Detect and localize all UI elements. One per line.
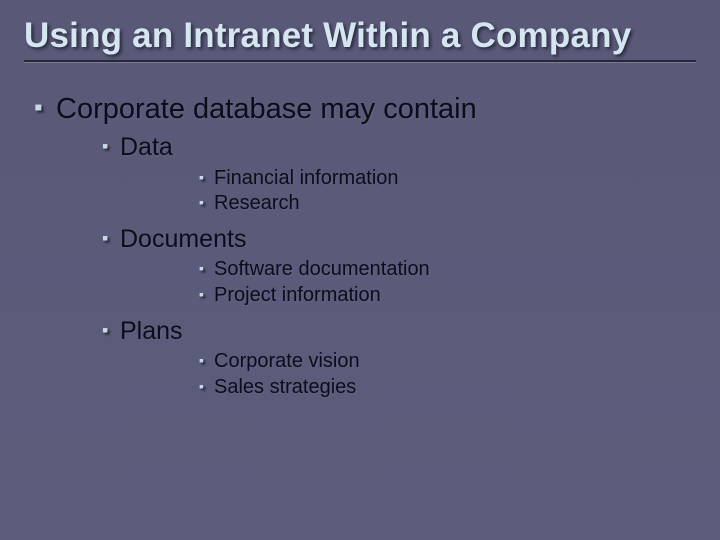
list-item: Corporate database may contain Data Fina… [56,91,696,400]
list-item-label: Documents [120,225,246,253]
list-item: Software documentation [214,257,696,283]
list-item-label: Corporate database may contain [56,93,477,125]
title-underline [24,60,696,63]
bullet-list-level2: Data Financial information Research Docu… [56,131,696,400]
bullet-list-level1: Corporate database may contain Data Fina… [24,91,696,400]
list-item: Corporate vision [214,349,696,375]
list-item-label: Project information [214,284,381,306]
slide: Using an Intranet Within a Company Corpo… [0,0,720,540]
list-item: Project information [214,283,696,309]
list-item-label: Research [214,192,300,214]
list-item: Documents Software documentation Project… [120,223,696,309]
slide-title: Using an Intranet Within a Company [24,16,696,56]
list-item: Plans Corporate vision Sales strategies [120,315,696,401]
list-item-label: Corporate vision [214,350,360,372]
list-item-label: Financial information [214,167,399,189]
list-item: Sales strategies [214,375,696,401]
list-item-label: Sales strategies [214,376,356,398]
list-item-label: Data [120,133,173,161]
list-item: Data Financial information Research [120,131,696,217]
bullet-list-level3: Corporate vision Sales strategies [120,349,696,400]
list-item-label: Software documentation [214,258,430,280]
bullet-list-level3: Financial information Research [120,166,696,217]
list-item-label: Plans [120,317,183,345]
list-item: Research [214,191,696,217]
list-item: Financial information [214,166,696,192]
bullet-list-level3: Software documentation Project informati… [120,257,696,308]
